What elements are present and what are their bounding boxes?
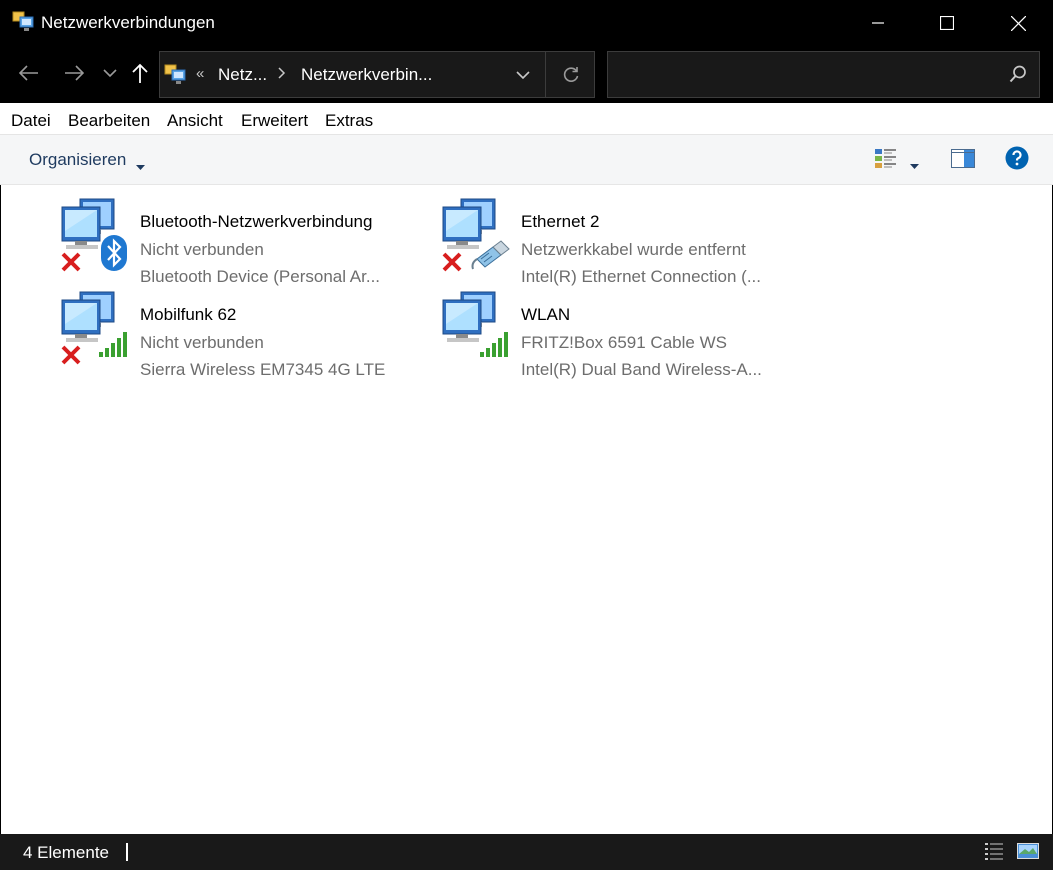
status-bar: 4 Elemente: [0, 834, 1053, 870]
bluetooth-icon: [101, 235, 127, 276]
large-icons-view-icon: [1017, 843, 1039, 859]
back-button[interactable]: [14, 58, 44, 88]
connection-item-bluetooth[interactable]: Bluetooth-Netzwerkverbindung Nicht verbu…: [60, 197, 440, 289]
arrow-right-icon: [65, 65, 84, 81]
recent-locations-button[interactable]: [95, 58, 125, 88]
breadcrumb-item[interactable]: Netzwerkverbin...: [301, 65, 432, 85]
breadcrumb-overflow[interactable]: «: [196, 65, 204, 82]
details-view-button[interactable]: [984, 841, 1004, 866]
connection-name: WLAN: [521, 305, 571, 324]
connection-status: Nicht verbunden: [140, 240, 264, 259]
menu-datei[interactable]: Datei: [11, 111, 51, 131]
up-button[interactable]: [125, 58, 155, 88]
minimize-button[interactable]: [843, 0, 913, 46]
maximize-icon: [940, 16, 954, 30]
title-bar: Netzwerkverbindungen: [0, 0, 1053, 46]
navigation-bar: « Netz... Netzwerkverbin...: [0, 46, 1053, 103]
help-icon: [1005, 146, 1029, 170]
menu-bearbeiten[interactable]: Bearbeiten: [68, 111, 150, 131]
chevron-down-icon: [103, 69, 117, 78]
refresh-button[interactable]: [552, 52, 590, 97]
connection-status: Nicht verbunden: [140, 333, 264, 352]
ethernet-cable-icon: [471, 237, 513, 276]
view-dropdown-caret-icon[interactable]: [910, 156, 919, 174]
address-dropdown-button[interactable]: [504, 52, 542, 97]
connection-status: Netzwerkkabel wurde entfernt: [521, 240, 746, 259]
refresh-icon: [563, 66, 579, 82]
connection-name: Mobilfunk 62: [140, 305, 237, 324]
breadcrumb-item[interactable]: Netz...: [218, 65, 267, 85]
item-count: 4 Elemente: [23, 843, 109, 862]
caret-down-icon[interactable]: [136, 157, 145, 175]
view-options-icon: [875, 149, 896, 168]
organize-button[interactable]: Organisieren: [29, 150, 126, 170]
arrow-left-icon: [19, 65, 38, 81]
window-title: Netzwerkverbindungen: [41, 13, 215, 32]
connection-device: Intel(R) Dual Band Wireless-A...: [521, 360, 762, 379]
menu-ansicht[interactable]: Ansicht: [167, 111, 223, 131]
connection-device: Bluetooth Device (Personal Ar...: [140, 267, 381, 286]
menu-bar: Datei Bearbeiten Ansicht Erweitert Extra…: [0, 103, 1053, 135]
network-connections-icon: [11, 11, 35, 33]
status-divider: [126, 843, 128, 861]
connection-item-mobile[interactable]: Mobilfunk 62 Nicht verbunden Sierra Wire…: [60, 290, 440, 382]
breadcrumb-separator-icon[interactable]: [278, 66, 286, 83]
connection-status: FRITZ!Box 6591 Cable WS: [521, 333, 727, 352]
menu-erweitert[interactable]: Erweitert: [241, 111, 308, 131]
search-icon: [1009, 65, 1027, 88]
network-connections-icon: [163, 64, 187, 86]
maximize-button[interactable]: [912, 0, 982, 46]
large-icons-view-button[interactable]: [1017, 841, 1039, 866]
change-view-button[interactable]: [874, 147, 898, 176]
address-bar[interactable]: « Netz... Netzwerkverbin...: [159, 51, 595, 98]
signal-bars-icon: [479, 330, 511, 363]
command-bar: Organisieren: [0, 135, 1053, 185]
close-icon: [1010, 15, 1026, 31]
details-view-icon: [985, 843, 1003, 860]
close-button[interactable]: [983, 0, 1053, 46]
file-list: Bluetooth-Netzwerkverbindung Nicht verbu…: [0, 185, 1053, 834]
signal-bars-icon: [98, 330, 130, 363]
chevron-down-icon: [516, 70, 530, 79]
connection-item-wlan[interactable]: WLAN FRITZ!Box 6591 Cable WS Intel(R) Du…: [441, 290, 821, 382]
preview-pane-button[interactable]: [951, 149, 975, 174]
search-input[interactable]: [607, 51, 1040, 98]
connection-device: Sierra Wireless EM7345 4G LTE: [140, 360, 386, 379]
connection-name: Bluetooth-Netzwerkverbindung: [140, 212, 373, 231]
connection-device: Intel(R) Ethernet Connection (...: [521, 267, 762, 286]
arrow-up-icon: [132, 63, 148, 83]
minimize-icon: [872, 22, 884, 24]
error-x-icon: [441, 251, 463, 278]
help-button[interactable]: [1005, 146, 1029, 175]
connection-item-ethernet[interactable]: Ethernet 2 Netzwerkkabel wurde entfernt …: [441, 197, 821, 289]
error-x-icon: [60, 344, 82, 371]
preview-pane-icon: [951, 149, 975, 168]
error-x-icon: [60, 251, 82, 278]
divider: [545, 52, 546, 97]
menu-extras[interactable]: Extras: [325, 111, 373, 131]
connection-name: Ethernet 2: [521, 212, 600, 231]
forward-button[interactable]: [59, 58, 89, 88]
